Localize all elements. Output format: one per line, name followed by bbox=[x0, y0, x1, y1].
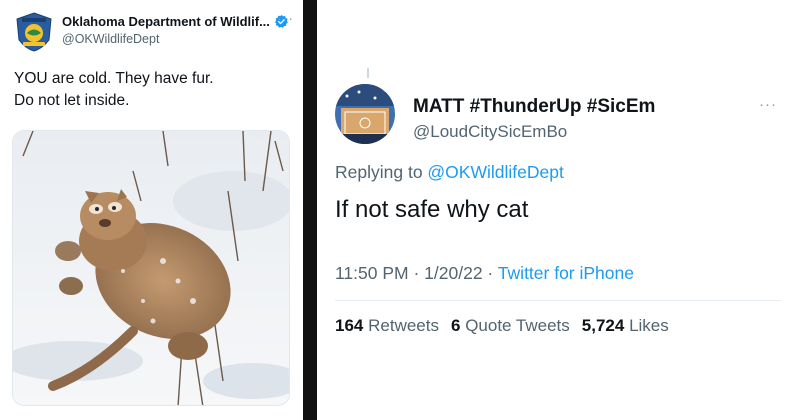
stats-divider bbox=[335, 300, 781, 301]
retweets-stat[interactable]: 164 Retweets bbox=[335, 316, 439, 336]
likes-count: 5,724 bbox=[581, 316, 625, 335]
okdwc-badge-logo-icon[interactable] bbox=[14, 12, 54, 52]
tweet-stats: 164 Retweets 6 Quote Tweets 5,724 Likes bbox=[335, 316, 669, 336]
panel-divider bbox=[303, 0, 317, 420]
author-row: Oklahoma Department of Wildlif... bbox=[62, 14, 289, 29]
reply-mention-link[interactable]: @OKWildlifeDept bbox=[427, 162, 563, 182]
author-handle[interactable]: @LoudCitySicEmBo bbox=[413, 122, 567, 142]
tweet-source-link[interactable]: Twitter for iPhone bbox=[498, 263, 634, 283]
author-name[interactable]: MATT #ThunderUp #SicEm bbox=[413, 96, 655, 118]
quotes-count: 6 bbox=[450, 316, 461, 335]
likes-label: Likes bbox=[629, 316, 669, 335]
author-name[interactable]: Oklahoma Department of Wildlif... bbox=[62, 14, 270, 29]
retweets-count: 164 bbox=[335, 316, 364, 335]
thread-connector-line bbox=[367, 68, 369, 78]
quotes-stat[interactable]: 6 Quote Tweets bbox=[451, 316, 570, 336]
retweets-label: Retweets bbox=[368, 316, 439, 335]
tweet-meta: 11:50 PM · 1/20/22 · Twitter for iPhone bbox=[335, 263, 634, 284]
left-tweet[interactable]: Oklahoma Department of Wildlif... ··· @O… bbox=[0, 0, 303, 420]
tweet-photo[interactable] bbox=[12, 130, 290, 406]
tweet-date[interactable]: 1/20/22 bbox=[424, 263, 482, 283]
meta-separator: · bbox=[408, 263, 425, 283]
author-handle[interactable]: @OKWildlifeDept bbox=[62, 32, 159, 46]
quotes-label: Quote Tweets bbox=[465, 316, 570, 335]
tweet-text-line: Do not let inside. bbox=[14, 92, 130, 109]
more-options-icon[interactable]: ··· bbox=[759, 96, 777, 113]
right-tweet[interactable]: MATT #ThunderUp #SicEm @LoudCitySicEmBo … bbox=[317, 0, 800, 420]
tweet-time[interactable]: 11:50 PM bbox=[335, 263, 409, 283]
meta-separator: · bbox=[482, 263, 498, 283]
mountain-lion-in-snow-image bbox=[13, 131, 289, 405]
replying-prefix: Replying to bbox=[335, 162, 428, 182]
avatar[interactable] bbox=[335, 84, 395, 144]
replying-to: Replying to @OKWildlifeDept bbox=[335, 162, 564, 183]
meme-collage: Oklahoma Department of Wildlif... ··· @O… bbox=[0, 0, 800, 420]
tweet-text: If not safe why cat bbox=[335, 196, 529, 223]
tweet-text-line: YOU are cold. They have fur. bbox=[14, 70, 214, 87]
tweet-text: YOU are cold. They have fur. Do not let … bbox=[14, 68, 284, 112]
arena-photo-avatar-icon bbox=[335, 84, 395, 144]
more-options-icon[interactable]: ··· bbox=[277, 10, 294, 26]
likes-stat[interactable]: 5,724 Likes bbox=[582, 316, 669, 336]
